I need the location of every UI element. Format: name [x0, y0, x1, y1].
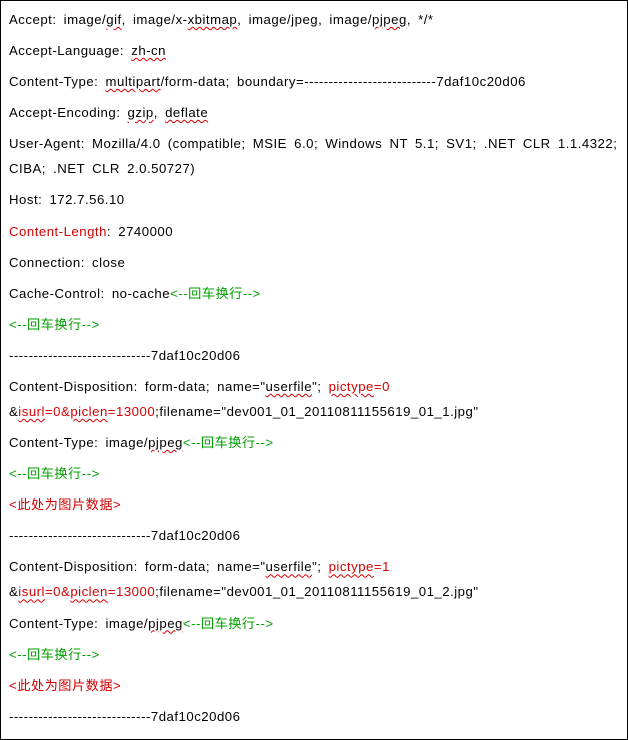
text-segment: =13000 — [108, 584, 155, 599]
text-segment: <--回车换行--> — [9, 466, 100, 481]
line: User-Agent: Mozilla/4.0 (compatible; MSI… — [9, 131, 619, 181]
text-segment: /form-data; boundary=-------------------… — [161, 74, 526, 89]
text-segment: , image/x- — [122, 12, 188, 27]
line: Content-Type: multipart/form-data; bound… — [9, 69, 619, 94]
line: Host: 172.7.56.10 — [9, 187, 619, 212]
line: -----------------------------7daf10c20d0… — [9, 343, 619, 368]
text-segment: Accept-Encoding: — [9, 105, 128, 120]
text-segment: "; — [312, 379, 329, 394]
text-segment: <此处为图片数据> — [9, 497, 121, 512]
text-segment: & — [9, 584, 18, 599]
text-segment: =13000 — [108, 404, 155, 419]
line: Accept: image/gif, image/x-xbitmap, imag… — [9, 7, 619, 32]
text-segment: , — [154, 105, 165, 120]
text-segment: ;filename="dev001_01_20110811155619_01_1… — [155, 404, 478, 419]
line: Cache-Control: no-cache<--回车换行--> — [9, 281, 619, 306]
text-segment: <--回车换行--> — [183, 435, 274, 450]
text-segment: pjpeg — [148, 616, 183, 631]
text-segment: <--回车换行--> — [9, 647, 100, 662]
text-segment: "; — [312, 559, 329, 574]
text-segment: piclen — [70, 404, 107, 419]
text-segment: =1 — [374, 559, 390, 574]
text-segment: : 2740000 — [107, 224, 173, 239]
text-segment: =0& — [45, 404, 70, 419]
text-segment: deflate — [165, 105, 208, 120]
text-segment: userfile — [266, 379, 313, 394]
text-segment: piclen — [70, 584, 107, 599]
text-segment: -----------------------------7daf10c20d0… — [9, 709, 240, 724]
text-segment: Host: 172.7.56.10 — [9, 192, 125, 207]
text-segment: =0& — [45, 584, 70, 599]
line: Content-Length: 2740000 — [9, 219, 619, 244]
line: Connection: close — [9, 250, 619, 275]
line: -----------------------------7daf10c20d0… — [9, 704, 619, 729]
text-segment: Content-Length — [9, 224, 107, 239]
text-segment: Content-Type: image/ — [9, 616, 148, 631]
text-segment: Connection: close — [9, 255, 125, 270]
text-segment: gzip — [128, 105, 154, 120]
line: <--回车换行--> — [9, 312, 619, 337]
text-segment: <--回车换行--> — [170, 286, 261, 301]
text-segment: User-Agent: Mozilla/4.0 (compatible; MSI… — [9, 136, 617, 176]
text-segment: Content-Disposition: form-data; name=" — [9, 559, 266, 574]
text-segment: Accept-Language: — [9, 43, 131, 58]
line: <--回车换行--> — [9, 642, 619, 667]
line: Content-Disposition: form-data; name="us… — [9, 374, 619, 424]
text-segment: -----------------------------7daf10c20d0… — [9, 528, 240, 543]
text-segment: Content-Type: image/ — [9, 435, 148, 450]
text-segment: -----------------------------7daf10c20d0… — [9, 348, 240, 363]
text-segment: zh-cn — [131, 43, 166, 58]
line: <--回车换行--> — [9, 461, 619, 486]
line: <此处为图片数据> — [9, 673, 619, 698]
text-segment: pjpeg — [372, 12, 407, 27]
text-segment: gif — [106, 12, 121, 27]
text-segment: <此处为图片数据> — [9, 678, 121, 693]
text-segment: pictype — [329, 379, 374, 394]
text-segment: pictype — [329, 559, 374, 574]
line: Content-Type: image/pjpeg<--回车换行--> — [9, 611, 619, 636]
http-request-document: Accept: image/gif, image/x-xbitmap, imag… — [0, 0, 628, 740]
text-segment: isurl — [18, 584, 45, 599]
text-segment: =0 — [374, 379, 390, 394]
text-segment: Content-Type: — [9, 74, 106, 89]
text-segment: xbitmap — [188, 12, 238, 27]
line: Content-Type: image/pjpeg<--回车换行--> — [9, 430, 619, 455]
text-segment: multipart — [106, 74, 161, 89]
text-segment: isurl — [18, 404, 45, 419]
text-segment: <--回车换行--> — [9, 317, 100, 332]
line: Accept-Encoding: gzip, deflate — [9, 100, 619, 125]
text-segment: & — [9, 404, 18, 419]
text-segment: userfile — [266, 559, 313, 574]
text-segment: , image/jpeg, image/ — [237, 12, 372, 27]
line: Accept-Language: zh-cn — [9, 38, 619, 63]
line: <此处为图片数据> — [9, 492, 619, 517]
text-segment: pjpeg — [148, 435, 183, 450]
text-segment: ;filename="dev001_01_20110811155619_01_2… — [155, 584, 478, 599]
text-segment: Content-Disposition: form-data; name=" — [9, 379, 266, 394]
line: -----------------------------7daf10c20d0… — [9, 523, 619, 548]
text-segment: <--回车换行--> — [183, 616, 274, 631]
text-segment: Accept: image/ — [9, 12, 106, 27]
text-segment: Cache-Control: no-cache — [9, 286, 170, 301]
line: Content-Disposition: form-data; name="us… — [9, 554, 619, 604]
text-segment: , */* — [407, 12, 434, 27]
